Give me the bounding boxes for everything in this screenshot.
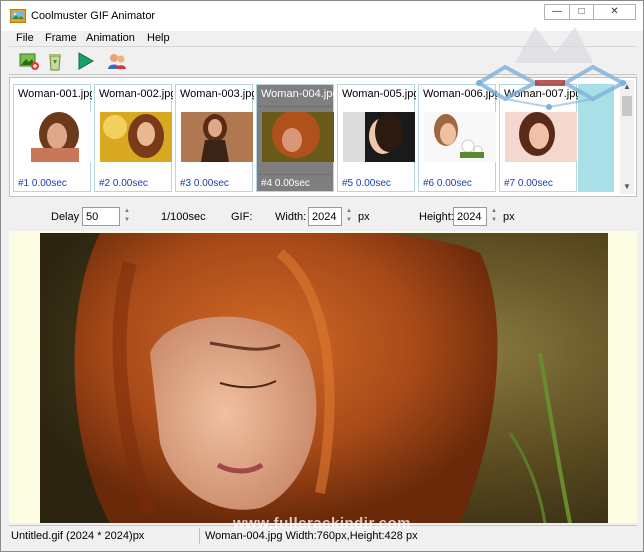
- frame-thumbnail: [424, 112, 496, 162]
- frame-title: Woman-005.jpg: [342, 88, 416, 100]
- selection-border-bottom: [259, 174, 331, 175]
- settings-row: Delay : 50 ▲ ▼ 1/100sec GIF: Width: 2024 …: [9, 203, 637, 229]
- add-image-icon[interactable]: [19, 51, 41, 71]
- close-button[interactable]: ✕: [593, 4, 636, 20]
- preview-area: [9, 231, 637, 523]
- height-unit-label: px: [503, 211, 515, 223]
- height-input[interactable]: 2024: [453, 207, 487, 226]
- frame-item-selected[interactable]: Woman-004.jpg #4 0.00sec: [256, 84, 335, 192]
- delay-input[interactable]: 50: [82, 207, 120, 226]
- frame-title: Woman-003.jpg: [180, 88, 254, 100]
- window-title: Coolmuster GIF Animator: [31, 10, 156, 22]
- width-input[interactable]: 2024: [308, 207, 342, 226]
- delay-spinner-icon[interactable]: ▲ ▼: [121, 207, 133, 226]
- frame-info: #6 0.00sec: [423, 178, 472, 189]
- frame-title: Woman-002.jpg: [99, 88, 173, 100]
- preview-image: [40, 233, 608, 523]
- watermark-logo: [475, 27, 628, 110]
- scroll-down-icon[interactable]: ▼: [620, 180, 634, 194]
- frame-item[interactable]: Woman-002.jpg #2 0.00sec: [94, 84, 173, 192]
- frame-info: #5 0.00sec: [342, 178, 391, 189]
- width-spinner-icon[interactable]: ▲ ▼: [343, 207, 355, 226]
- play-icon[interactable]: [75, 51, 97, 71]
- gif-label: GIF:: [231, 211, 253, 223]
- height-label: Height:: [419, 211, 454, 223]
- frame-item[interactable]: Woman-005.jpg #5 0.00sec: [337, 84, 416, 192]
- frame-info: #2 0.00sec: [99, 178, 148, 189]
- width-unit-label: px: [358, 211, 370, 223]
- frame-thumbnail: [19, 112, 91, 162]
- menu-file[interactable]: File: [16, 32, 34, 44]
- height-spinner-icon[interactable]: ▲ ▼: [488, 207, 500, 226]
- minimize-button[interactable]: —: [544, 4, 570, 20]
- menu-help[interactable]: Help: [147, 32, 170, 44]
- maximize-button[interactable]: □: [569, 4, 594, 20]
- menu-animation[interactable]: Animation: [86, 32, 135, 44]
- app-logo-icon: [10, 9, 26, 23]
- frame-title: Woman-001.jpg: [18, 88, 92, 100]
- frame-info: #4 0.00sec: [261, 178, 310, 189]
- frame-item[interactable]: Woman-001.jpg #1 0.00sec: [13, 84, 92, 192]
- frame-title: Woman-004.jpg: [261, 88, 335, 100]
- frame-info: #1 0.00sec: [18, 178, 67, 189]
- selection-border-top: [259, 106, 331, 107]
- watermark-text: www.fullcrackindir.com: [233, 515, 411, 532]
- frame-thumbnail: [505, 112, 577, 162]
- width-label: Width:: [275, 211, 307, 223]
- app-window: Coolmuster GIF Animator — □ ✕ File Frame…: [0, 0, 644, 552]
- frame-info: #7 0.00sec: [504, 178, 553, 189]
- frame-thumbnail: [262, 112, 334, 162]
- frame-thumbnail: [100, 112, 172, 162]
- status-separator: [199, 528, 200, 544]
- recycle-bin-icon[interactable]: [44, 51, 66, 71]
- delay-label: Delay :: [51, 211, 86, 223]
- delay-unit-label: 1/100sec: [161, 211, 206, 223]
- menu-frame[interactable]: Frame: [45, 32, 77, 44]
- status-file: Untitled.gif (2024 * 2024)px: [11, 530, 145, 542]
- frame-item[interactable]: Woman-003.jpg #3 0.00sec: [175, 84, 254, 192]
- frame-thumbnail: [181, 112, 253, 162]
- frame-thumbnail: [343, 112, 415, 162]
- users-icon[interactable]: [106, 51, 128, 71]
- frame-info: #3 0.00sec: [180, 178, 229, 189]
